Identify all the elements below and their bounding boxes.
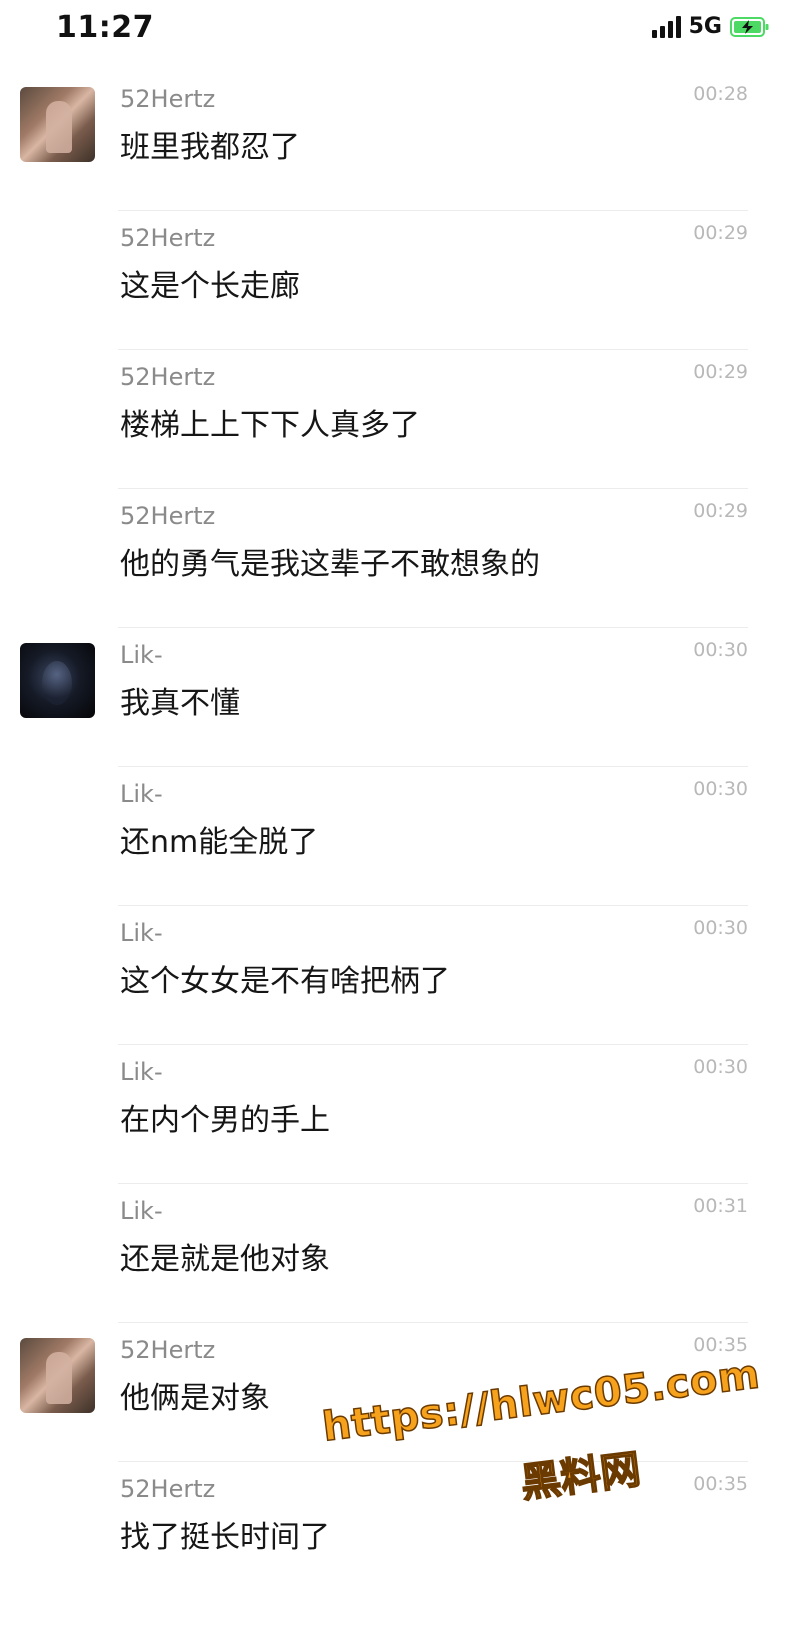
message-time: 00:31: [693, 1195, 748, 1217]
chat-message[interactable]: Lik- 00:30 这个女女是不有啥把柄了: [0, 906, 800, 1045]
battery-charging-icon: [730, 16, 769, 37]
message-time: 00:30: [693, 917, 748, 939]
sender-name: Lik-: [120, 641, 163, 669]
message-time: 00:30: [693, 1056, 748, 1078]
message-text: 找了挺长时间了: [120, 1520, 330, 1555]
avatar[interactable]: [20, 1338, 95, 1413]
message-time: 00:29: [693, 500, 748, 522]
message-text: 班里我都忍了: [120, 130, 300, 165]
message-text: 楼梯上上下下人真多了: [120, 408, 420, 443]
message-time: 00:35: [693, 1334, 748, 1356]
message-time: 00:29: [693, 222, 748, 244]
network-type-label: 5G: [688, 14, 722, 39]
chat-message[interactable]: 52Hertz 00:28 班里我都忍了: [0, 72, 800, 211]
message-time: 00:30: [693, 778, 748, 800]
sender-name: 52Hertz: [120, 224, 216, 252]
sender-name: 52Hertz: [120, 1336, 216, 1364]
chat-message[interactable]: 52Hertz 00:35 找了挺长时间了: [0, 1462, 800, 1601]
chat-message[interactable]: 52Hertz 00:35 他俩是对象: [0, 1323, 800, 1462]
sender-name: 52Hertz: [120, 363, 216, 391]
avatar[interactable]: [20, 643, 95, 718]
message-text: 他的勇气是我这辈子不敢想象的: [120, 547, 540, 582]
message-time: 00:30: [693, 639, 748, 661]
sender-name: Lik-: [120, 780, 163, 808]
message-text: 他俩是对象: [120, 1381, 270, 1416]
chat-message-list: 52Hertz 00:28 班里我都忍了 52Hertz 00:29 这是个长走…: [0, 72, 800, 1601]
message-text: 还nm能全脱了: [120, 825, 319, 860]
sender-name: 52Hertz: [120, 85, 216, 113]
message-text: 在内个男的手上: [120, 1103, 330, 1138]
message-time: 00:35: [693, 1473, 748, 1495]
sender-name: Lik-: [120, 1058, 163, 1086]
message-text: 我真不懂: [120, 686, 240, 721]
avatar[interactable]: [20, 87, 95, 162]
message-text: 这是个长走廊: [120, 269, 300, 304]
sender-name: 52Hertz: [120, 1475, 216, 1503]
message-text: 还是就是他对象: [120, 1242, 330, 1277]
sender-name: Lik-: [120, 919, 163, 947]
message-time: 00:28: [693, 83, 748, 105]
status-time: 11:27: [56, 10, 154, 45]
sender-name: 52Hertz: [120, 502, 216, 530]
status-bar: 11:27 5G: [0, 0, 800, 62]
chat-message[interactable]: 52Hertz 00:29 楼梯上上下下人真多了: [0, 350, 800, 489]
status-indicators: 5G: [651, 14, 770, 39]
sender-name: Lik-: [120, 1197, 163, 1225]
message-time: 00:29: [693, 361, 748, 383]
chat-message[interactable]: Lik- 00:30 在内个男的手上: [0, 1045, 800, 1184]
message-text: 这个女女是不有啥把柄了: [120, 964, 450, 999]
chat-message[interactable]: 52Hertz 00:29 这是个长走廊: [0, 211, 800, 350]
chat-message[interactable]: Lik- 00:30 我真不懂: [0, 628, 800, 767]
chat-message[interactable]: Lik- 00:31 还是就是他对象: [0, 1184, 800, 1323]
chat-message[interactable]: Lik- 00:30 还nm能全脱了: [0, 767, 800, 906]
cellular-signal-icon: [651, 15, 681, 38]
chat-message[interactable]: 52Hertz 00:29 他的勇气是我这辈子不敢想象的: [0, 489, 800, 628]
